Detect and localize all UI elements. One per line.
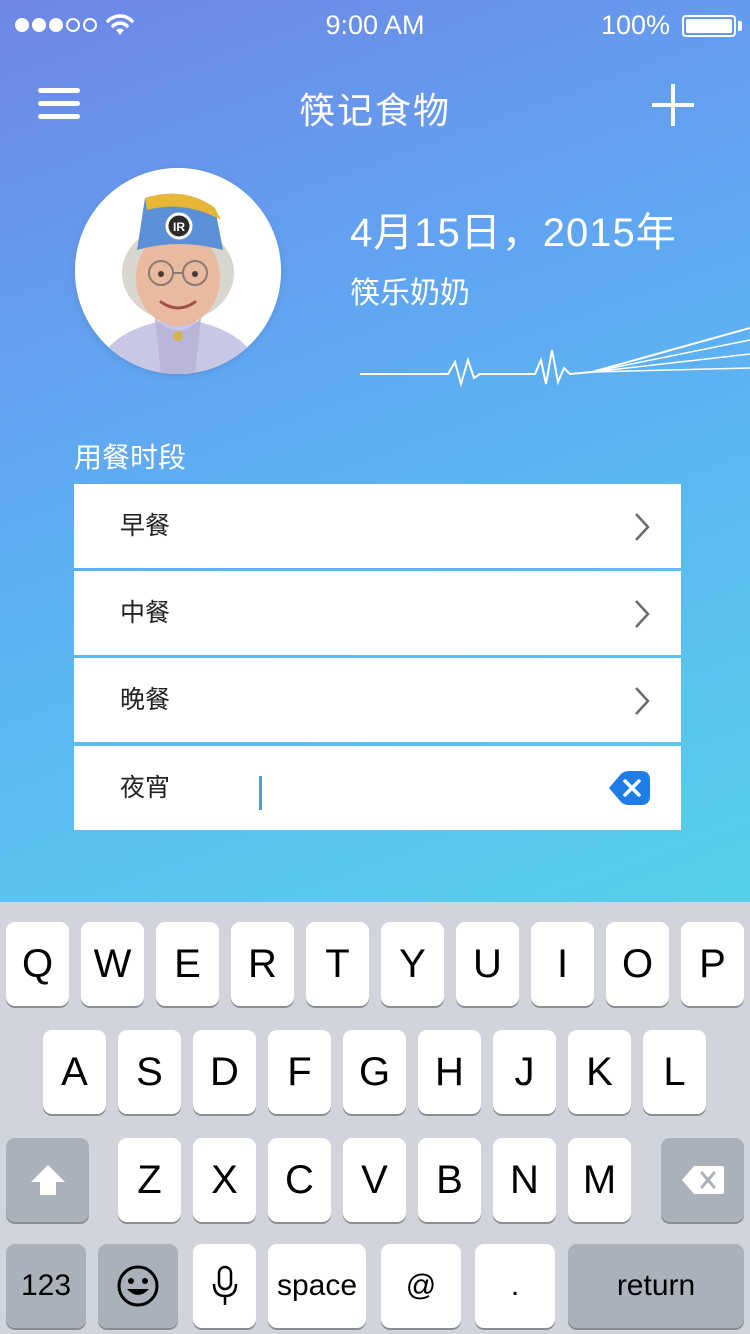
key-w[interactable]: W [81, 922, 144, 1006]
clear-icon[interactable] [607, 770, 651, 806]
plus-icon[interactable] [652, 84, 694, 126]
shift-arrow-icon [30, 1165, 65, 1195]
meal-label: 晚餐 [120, 686, 171, 714]
heartbeat-line-icon [360, 327, 750, 388]
battery-percent: 100% [600, 10, 670, 40]
key-j[interactable]: J [493, 1030, 556, 1114]
chevron-right-icon [635, 687, 650, 715]
svg-text:IR: IR [173, 220, 185, 234]
key-e[interactable]: E [156, 922, 219, 1006]
dictation-key[interactable] [193, 1244, 256, 1328]
space-key[interactable]: space [268, 1244, 366, 1328]
emoji-icon [117, 1265, 159, 1307]
key-v[interactable]: V [343, 1138, 406, 1222]
meal-row-dinner[interactable]: 晚餐 [74, 658, 681, 742]
key-b[interactable]: B [418, 1138, 481, 1222]
key-z[interactable]: Z [118, 1138, 181, 1222]
meal-section-label: 用餐时段 [74, 442, 187, 473]
at-key[interactable]: @ [381, 1244, 461, 1328]
key-q[interactable]: Q [6, 922, 69, 1006]
key-k[interactable]: K [568, 1030, 631, 1114]
delete-key[interactable] [661, 1138, 744, 1222]
microphone-icon [212, 1265, 237, 1305]
key-t[interactable]: T [306, 922, 369, 1006]
chevron-right-icon [635, 600, 650, 628]
key-n[interactable]: N [493, 1138, 556, 1222]
key-h[interactable]: H [418, 1030, 481, 1114]
app-screen: 9:00 AM 100% 筷记食物 IR 4月15日，2015年 筷乐奶奶 用餐… [0, 0, 750, 1334]
key-c[interactable]: C [268, 1138, 331, 1222]
meal-label: 早餐 [120, 512, 171, 540]
meal-row-lunch[interactable]: 中餐 [74, 571, 681, 655]
key-g[interactable]: G [343, 1030, 406, 1114]
key-a[interactable]: A [43, 1030, 106, 1114]
numbers-key[interactable]: 123 [6, 1244, 86, 1328]
key-u[interactable]: U [456, 922, 519, 1006]
shift-key[interactable] [6, 1138, 89, 1222]
meal-label: 中餐 [120, 599, 171, 627]
meal-row-late-snack-input[interactable]: 夜宵 [74, 746, 681, 830]
key-s[interactable]: S [118, 1030, 181, 1114]
avatar: IR [75, 168, 281, 374]
key-m[interactable]: M [568, 1138, 631, 1222]
meal-input-text[interactable]: 夜宵 [120, 746, 170, 830]
return-key[interactable]: return [568, 1244, 744, 1328]
key-r[interactable]: R [231, 922, 294, 1006]
chevron-right-icon [635, 513, 650, 541]
battery-tip [738, 21, 742, 31]
backspace-icon [681, 1166, 724, 1194]
period-key[interactable]: . [475, 1244, 555, 1328]
page-title: 筷记食物 [298, 90, 451, 131]
key-f[interactable]: F [268, 1030, 331, 1114]
emoji-key[interactable] [98, 1244, 178, 1328]
key-i[interactable]: I [531, 922, 594, 1006]
profile-name: 筷乐奶奶 [350, 277, 470, 310]
keyboard: Q W E R T Y U I O P A S D F G H J K L Z … [0, 902, 750, 1334]
key-x[interactable]: X [193, 1138, 256, 1222]
battery-icon [682, 15, 736, 37]
key-p[interactable]: P [681, 922, 744, 1006]
key-d[interactable]: D [193, 1030, 256, 1114]
status-bar: 9:00 AM 100% [0, 0, 750, 50]
key-o[interactable]: O [606, 922, 669, 1006]
profile-date: 4月15日，2015年 [350, 211, 677, 255]
key-l[interactable]: L [643, 1030, 706, 1114]
text-cursor [259, 776, 262, 810]
meal-row-breakfast[interactable]: 早餐 [74, 484, 681, 568]
grandma-portrait-icon: IR [75, 168, 281, 374]
key-y[interactable]: Y [381, 922, 444, 1006]
